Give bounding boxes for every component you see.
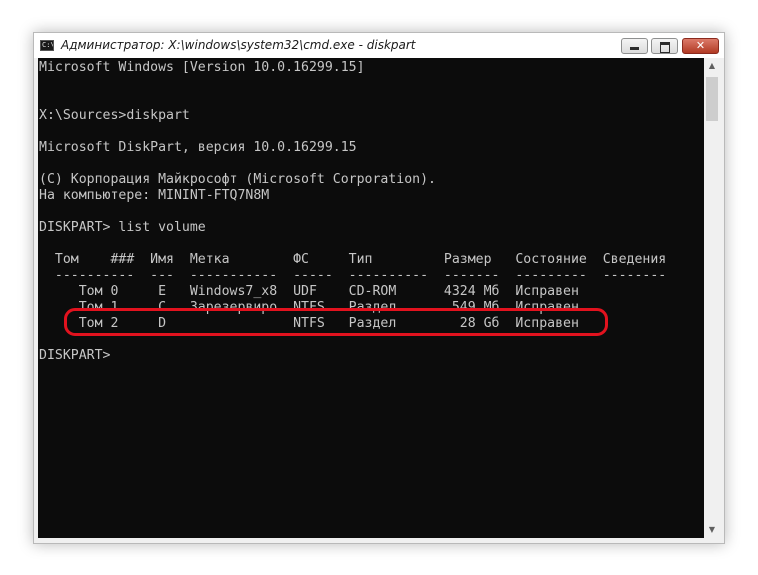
- maximize-button[interactable]: [651, 38, 678, 54]
- close-icon: ✕: [695, 39, 706, 52]
- console-line: (C) Корпорация Майкрософт (Microsoft Cor…: [39, 172, 436, 187]
- console-line: Том ### Имя Метка ФС Тип Размер Состояни…: [39, 252, 667, 267]
- cmd-app-icon[interactable]: C:\: [40, 40, 54, 51]
- volume-highlight-annotation: [64, 308, 608, 336]
- console-line: X:\Sources>diskpart: [39, 108, 190, 123]
- title-bar[interactable]: C:\ Администратор: X:\windows\system32\c…: [34, 33, 724, 58]
- cmd-window: C:\ Администратор: X:\windows\system32\c…: [33, 32, 725, 544]
- scroll-up-icon[interactable]: ▲: [704, 58, 720, 74]
- minimize-button[interactable]: [621, 38, 648, 54]
- console-line: Microsoft Windows [Version 10.0.16299.15…: [39, 60, 365, 75]
- console-line: DISKPART> list volume: [39, 220, 206, 235]
- window-title: Администратор: X:\windows\system32\cmd.e…: [61, 38, 416, 52]
- console-line: ---------- --- ----------- ----- -------…: [39, 268, 667, 283]
- console-output[interactable]: Microsoft Windows [Version 10.0.16299.15…: [38, 58, 704, 538]
- console-line: Microsoft DiskPart, версия 10.0.16299.15: [39, 140, 357, 155]
- minimize-icon: [630, 47, 639, 50]
- vertical-scrollbar[interactable]: ▲ ▼: [704, 58, 720, 538]
- console-line: На компьютере: MININT-FTQ7N8M: [39, 188, 270, 203]
- console-line: DISKPART>: [39, 348, 111, 363]
- maximize-icon: [660, 42, 670, 53]
- scrollbar-thumb[interactable]: [706, 77, 718, 121]
- console-line: Том 0 E Windows7_x8 UDF CD-ROM 4324 Мб И…: [39, 284, 579, 299]
- close-button[interactable]: ✕: [682, 38, 719, 54]
- scroll-down-icon[interactable]: ▼: [704, 522, 720, 538]
